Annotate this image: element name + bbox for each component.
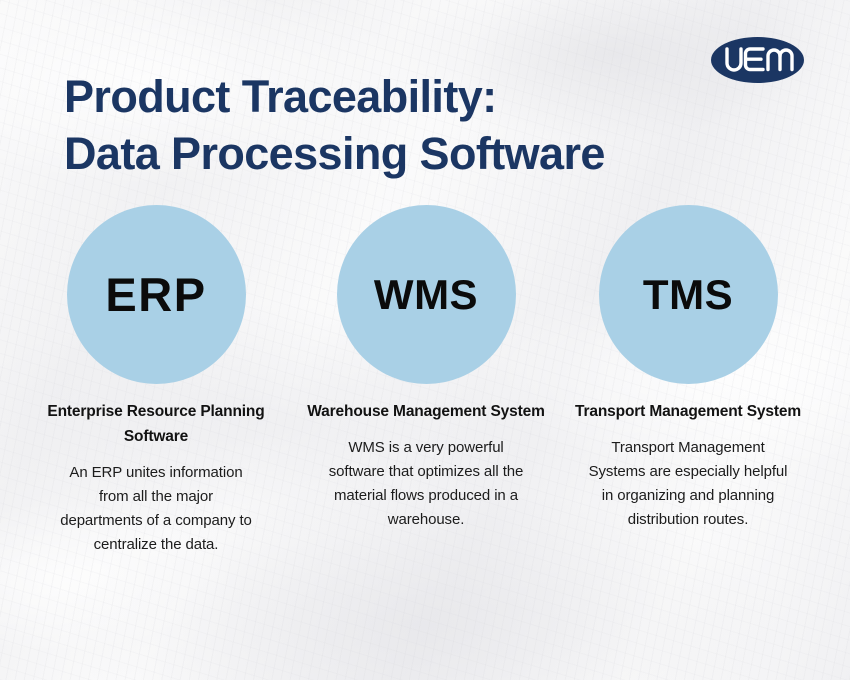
description-tms: Transport Management Systems are especia…	[588, 439, 788, 528]
heading-wms: Warehouse Management System	[307, 403, 545, 420]
column-erp: ERP Enterprise Resource Planning Softwar…	[14, 205, 298, 557]
acronym-erp: ERP	[105, 268, 207, 321]
page-title: Product Traceability: Data Processing So…	[64, 68, 764, 182]
software-columns: ERP Enterprise Resource Planning Softwar…	[0, 205, 850, 557]
description-erp: An ERP unites information from all the m…	[60, 464, 252, 553]
description-wms: WMS is a very powerful software that opt…	[328, 439, 524, 528]
heading-tms: Transport Management System	[575, 403, 801, 420]
column-tms: TMS Transport Management System Transpor…	[554, 205, 822, 532]
title-line-2: Data Processing Software	[64, 128, 605, 179]
acronym-tms: TMS	[642, 270, 734, 318]
acronym-wms: WMS	[373, 270, 479, 318]
column-wms: WMS Warehouse Management System WMS is a…	[298, 205, 554, 532]
circle-erp: ERP	[66, 205, 246, 384]
circle-tms: TMS	[598, 205, 778, 384]
infographic-canvas: Product Traceability: Data Processing So…	[0, 0, 850, 680]
title-line-1: Product Traceability:	[64, 71, 497, 122]
heading-erp: Enterprise Resource Planning Software	[47, 403, 265, 445]
circle-wms: WMS	[336, 205, 516, 384]
